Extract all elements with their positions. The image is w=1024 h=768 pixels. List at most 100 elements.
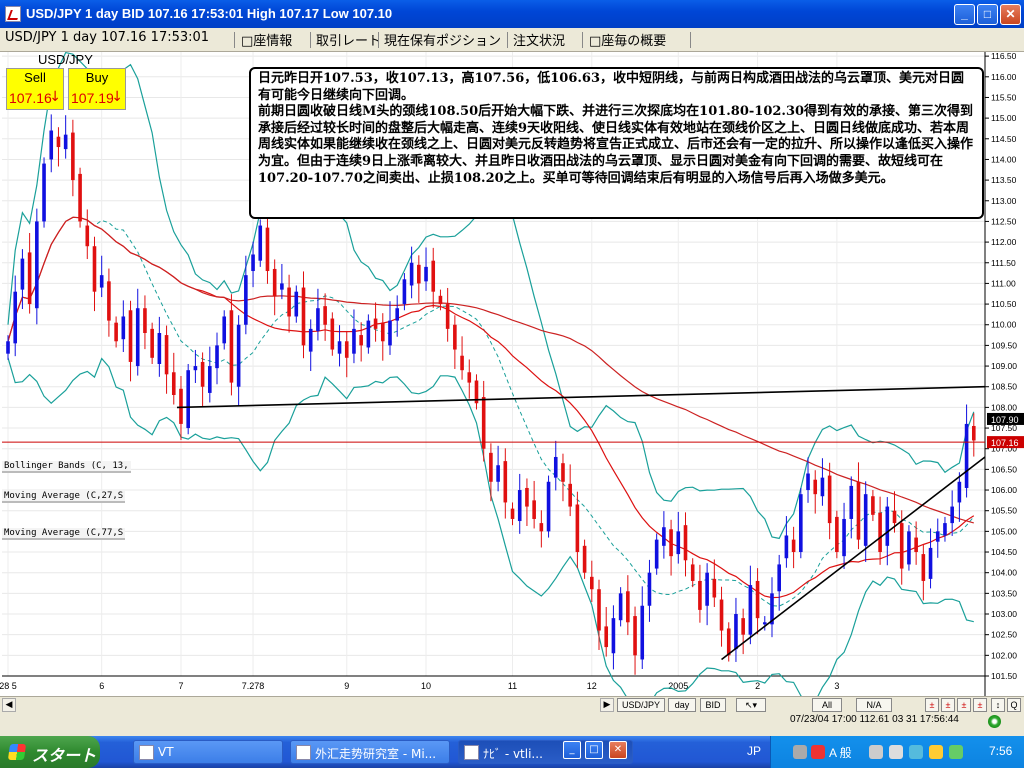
last-price-label: 107.16: [991, 438, 1019, 448]
candle-body: [424, 266, 428, 282]
sell-quote-box[interactable]: Sell 107.16 ↓: [6, 68, 64, 110]
chart-app-icon: [5, 6, 21, 22]
candle-body: [20, 258, 25, 290]
x-tick-label: 2005: [668, 681, 688, 691]
zoom-out-icon[interactable]: ±: [925, 698, 939, 712]
candle-body: [71, 132, 75, 181]
network-icon[interactable]: [889, 745, 903, 759]
candle-body: [460, 355, 464, 371]
ime-icon[interactable]: [793, 745, 807, 759]
y-tick-label: 102.00: [991, 650, 1017, 660]
task-close-icon[interactable]: ✕: [609, 741, 627, 759]
tab-account-info[interactable]: □座情報: [238, 30, 295, 50]
candle-body: [251, 254, 255, 272]
candle-body: [575, 504, 580, 553]
candle-body: [229, 310, 234, 383]
ime-mode-text[interactable]: A 般: [829, 744, 852, 761]
minimize-button[interactable]: _: [954, 4, 975, 25]
candle-body: [669, 529, 673, 557]
bollinger-bands-label[interactable]: Bollinger Bands (C, 13,: [2, 461, 131, 473]
tab-open-positions[interactable]: 現在保有ポジション: [381, 30, 504, 50]
tab-separator: [234, 32, 235, 48]
candle-body: [633, 616, 637, 656]
candle-body: [950, 506, 954, 524]
moving-average-77-label[interactable]: Moving Average (C,77,S: [2, 528, 126, 540]
fit-icon[interactable]: ±: [973, 698, 987, 712]
ime-mode-icon[interactable]: [811, 745, 825, 759]
start-button[interactable]: スタート: [0, 736, 100, 768]
candle-body: [827, 475, 832, 524]
cursor-tool-icon[interactable]: ↖▾: [736, 698, 766, 712]
magnifier-icon[interactable]: Q: [1007, 698, 1021, 712]
volume-icon[interactable]: [909, 745, 923, 759]
candle-body: [553, 456, 558, 478]
close-button[interactable]: ✕: [1000, 4, 1021, 25]
task-maximize-icon[interactable]: □: [585, 741, 603, 759]
y-tick-label: 101.50: [991, 671, 1017, 681]
candle-body: [525, 487, 529, 507]
taskbar-item-vt[interactable]: VT: [133, 740, 283, 764]
taskbar-item-navi[interactable]: ﾅﾋﾞ - vtli...: [458, 740, 633, 764]
bollinger-middle-band: [7, 216, 975, 607]
candle-body: [323, 306, 327, 325]
candle-body: [193, 366, 198, 371]
tab-trade-rates[interactable]: 取引レート: [313, 30, 384, 50]
candle-body: [899, 523, 904, 569]
x-tick-label: 2: [755, 681, 760, 691]
scale-icon[interactable]: ±: [957, 698, 971, 712]
candle-body: [784, 535, 789, 559]
candle-body: [13, 291, 18, 344]
candle-body: [791, 539, 796, 553]
tool-icon[interactable]: [869, 745, 883, 759]
window-titlebar[interactable]: USD/JPY 1 day BID 107.16 17:53:01 High 1…: [0, 0, 1024, 28]
symbol-button[interactable]: USD/JPY: [617, 698, 665, 712]
zoom-in-icon[interactable]: ±: [941, 698, 955, 712]
windows-logo-icon: [7, 744, 27, 760]
candle-body: [489, 452, 493, 482]
candle-body: [114, 322, 118, 342]
y-tick-label: 112.50: [991, 216, 1017, 226]
y-tick-label: 106.00: [991, 485, 1017, 495]
vertical-scale-icon[interactable]: ↕: [991, 698, 1005, 712]
candle-body: [308, 328, 313, 352]
tab-account-summary[interactable]: □座毎の概要: [586, 30, 669, 50]
task-minimize-icon[interactable]: _: [563, 741, 581, 759]
task-label: 外汇走势研究室 - Mi...: [315, 747, 437, 761]
y-tick-label: 103.00: [991, 609, 1017, 619]
update-icon[interactable]: [949, 745, 963, 759]
na-button[interactable]: N/A: [856, 698, 892, 712]
candle-body: [842, 518, 846, 557]
candle-body: [626, 591, 630, 623]
scroll-right-icon[interactable]: ▶: [600, 698, 614, 712]
high-price-label: 107.90: [991, 415, 1019, 425]
buy-quote-box[interactable]: Buy 107.19 ↓: [68, 68, 126, 110]
windows-taskbar: スタート VT 外汇走势研究室 - Mi... ﾅﾋﾞ - vtli... _ …: [0, 736, 1024, 768]
chart-controls-bar: ◀ ▶ USD/JPY day BID ↖▾ All N/A ± ± ± ± ↕…: [0, 696, 1024, 712]
tab-chart[interactable]: USD/JPY 1 day 107.16 17:53:01: [2, 30, 212, 50]
y-tick-label: 113.50: [991, 175, 1017, 185]
all-button[interactable]: All: [812, 698, 842, 712]
maximize-button[interactable]: □: [977, 4, 998, 25]
candle-body: [755, 580, 760, 619]
candle-body: [135, 308, 140, 367]
sell-price: 107.16: [9, 90, 52, 106]
candle-body: [561, 463, 565, 482]
candle-body: [215, 345, 219, 369]
bid-button[interactable]: BID: [700, 698, 726, 712]
candle-body: [99, 275, 104, 288]
candle-body: [957, 481, 962, 503]
taskbar-item-research[interactable]: 外汇走势研究室 - Mi...: [290, 740, 450, 764]
y-tick-label: 104.00: [991, 568, 1017, 578]
candle-body: [63, 134, 68, 150]
candle-body: [878, 512, 882, 553]
period-button[interactable]: day: [668, 698, 696, 712]
y-tick-label: 111.00: [991, 278, 1016, 288]
candle-body: [344, 341, 349, 358]
candle-body: [705, 572, 709, 606]
security-icon[interactable]: [929, 745, 943, 759]
x-tick-label: 12: [587, 681, 597, 691]
moving-average-27-label[interactable]: Moving Average (C,27,S: [2, 491, 126, 503]
tab-order-status[interactable]: 注文状況: [510, 30, 568, 50]
language-indicator[interactable]: JP: [747, 744, 761, 758]
scroll-left-icon[interactable]: ◀: [2, 698, 16, 712]
